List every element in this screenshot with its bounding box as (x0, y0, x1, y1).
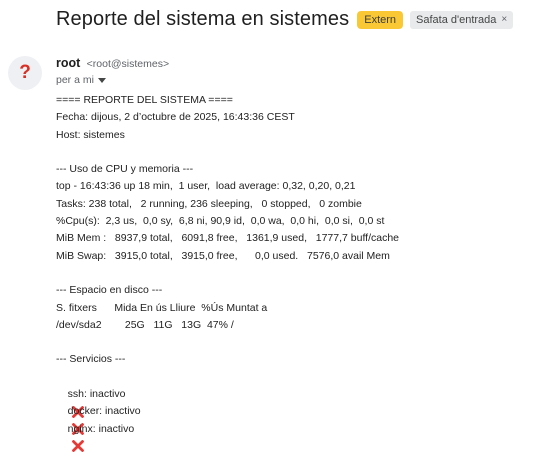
service-text: nginx: inactivo (67, 422, 135, 435)
body-line: ==== REPORTE DEL SISTEMA ==== (56, 94, 233, 106)
service-text: docker: inactivo (67, 405, 141, 418)
inbox-label-text: Safata d'entrada (416, 13, 497, 26)
recipient-details-toggle[interactable]: per a mi (56, 74, 106, 86)
body-line: Tasks: 238 total, 2 running, 236 sleepin… (56, 197, 362, 210)
service-status-docker: docker: inactivo (56, 386, 536, 435)
service-text: ssh: inactivo (67, 388, 126, 401)
body-line: /dev/sda2 25G 11G 13G 47% / (56, 318, 234, 331)
email-subject: Reporte del sistema en sistemes (56, 8, 350, 30)
email-body: ==== REPORTE DEL SISTEMA ==== Fecha: dij… (56, 92, 536, 453)
sender-name[interactable]: root (56, 56, 80, 70)
external-badge: Extern (357, 10, 404, 29)
body-line (56, 144, 536, 161)
body-line: --- Servicios --- (56, 353, 126, 366)
body-line (56, 334, 536, 351)
body-line: %Cpu(s): 2,3 us, 0,0 sy, 6,8 ni, 90,9 id… (56, 215, 385, 228)
subject-row: Reporte del sistema en sistemes Extern S… (56, 8, 514, 31)
body-line: Host: sistemes (56, 128, 125, 141)
body-line: --- Uso de CPU y memoria --- (56, 163, 194, 176)
recipient-text: per a mi (56, 74, 94, 86)
sender-avatar[interactable]: ? (8, 56, 42, 90)
body-line: MiB Mem : 8937,9 total, 6091,8 free, 136… (56, 232, 400, 245)
chevron-down-icon[interactable] (97, 77, 106, 83)
body-line: Fecha: dijous, 2 d’octubre de 2025, 16:4… (56, 111, 295, 124)
service-status-ssh: ssh: inactivo (56, 369, 536, 418)
sender-line: root <root@sistemes> (56, 56, 169, 70)
sender-email: <root@sistemes> (86, 58, 170, 70)
body-line (56, 265, 536, 282)
inbox-label-chip[interactable]: Safata d'entrada × (410, 10, 514, 29)
red-cross-icon (71, 440, 84, 453)
body-line: MiB Swap: 3915,0 total, 3915,0 free, 0,0… (56, 249, 390, 262)
body-line: S. fitxers Mida En ús Lliure %Ús Muntat … (56, 301, 268, 314)
remove-label-icon[interactable]: × (501, 13, 507, 27)
body-line: --- Espacio en disco --- (56, 284, 163, 297)
body-line: top - 16:43:36 up 18 min, 1 user, load a… (56, 180, 356, 193)
